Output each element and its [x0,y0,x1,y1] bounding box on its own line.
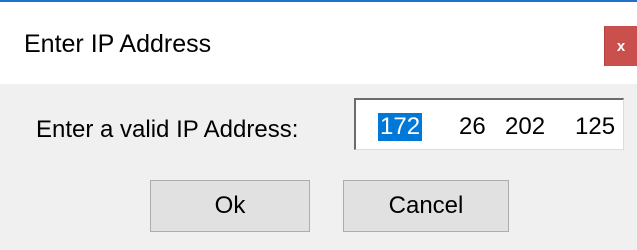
ip-address-input[interactable]: 172 26 202 125 [354,98,624,150]
dialog-title: Enter IP Address [24,30,212,58]
ip-octet-2[interactable]: 26 [459,113,486,141]
ip-octet-3[interactable]: 202 [505,113,545,141]
ip-prompt-label: Enter a valid IP Address: [36,116,299,143]
ok-button-label: Ok [214,192,246,219]
close-icon: x [616,37,626,55]
ip-address-dialog: Enter IP Address x Enter a valid IP Addr… [0,0,637,250]
close-button[interactable]: x [604,26,637,66]
ip-octet-4[interactable]: 125 [575,113,615,141]
cancel-button[interactable]: Cancel [343,180,509,232]
cancel-button-label: Cancel [388,192,464,219]
title-bar: Enter IP Address x [0,0,637,84]
ok-button[interactable]: Ok [150,180,310,232]
ip-octet-1[interactable]: 172 [378,113,423,141]
